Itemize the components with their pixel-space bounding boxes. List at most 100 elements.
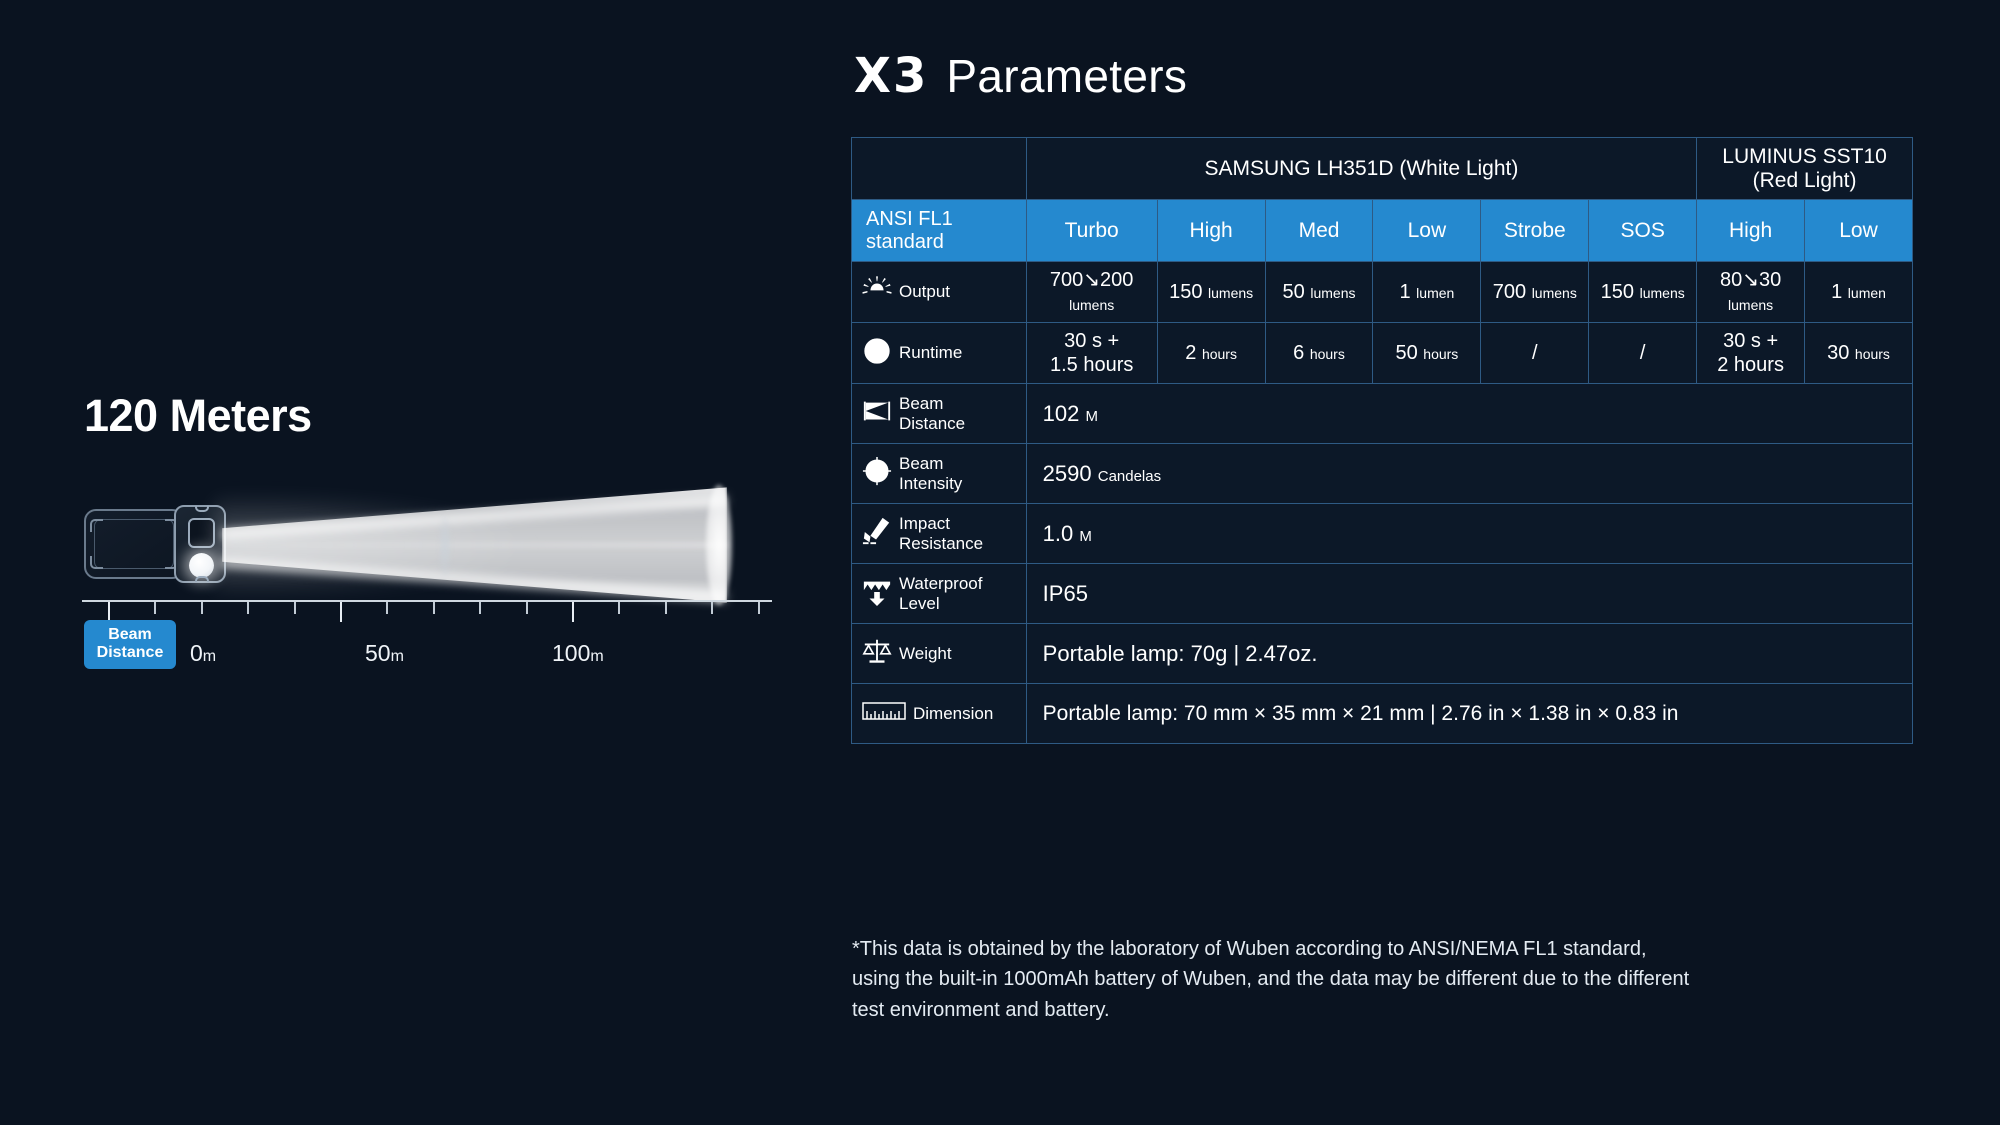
table-row: Beam Distance 102 M	[851, 383, 1914, 444]
cell-value-line: 30 s +	[1064, 330, 1120, 352]
row-label-line: Distance	[899, 413, 966, 433]
axis-tick-minor	[154, 602, 157, 614]
cell-unit: lumen	[1847, 285, 1886, 301]
cell-number: 30	[1827, 342, 1855, 364]
cell-unit: lumens	[1208, 285, 1254, 301]
row-label-line: Intensity	[899, 473, 963, 493]
row-label-weight: Weight	[851, 623, 1027, 684]
axis-tick-minor	[664, 602, 667, 614]
header-mode-low-3: Low	[1372, 199, 1482, 262]
axis-label-value: 50	[365, 640, 391, 666]
cell-number: 1	[1831, 281, 1848, 303]
label-inner: Waterproof Level	[862, 574, 1020, 613]
flashlight-body-inner	[94, 519, 174, 569]
table-row: Waterproof Level IP65	[851, 563, 1914, 624]
table-group-header-row: SAMSUNG LH351D (White Light) LUMINUS SST1…	[851, 137, 1913, 200]
cell-impact-resistance: 1.0 M	[1025, 503, 1914, 564]
distance-axis	[82, 600, 772, 622]
header-mode-low-7: Low	[1804, 199, 1913, 262]
scale-icon	[862, 636, 892, 671]
cell-value: 2590	[1042, 460, 1098, 486]
header-mode-high-1: High	[1156, 199, 1266, 262]
cell-unit: lumens	[1069, 297, 1115, 313]
axis-label-unit: m	[202, 648, 217, 665]
cell-value-line: 2 hours	[1717, 354, 1784, 376]
row-label-beam-intensity: Beam Intensity	[851, 443, 1027, 504]
axis-tick-minor	[525, 602, 528, 614]
beam-intensity-icon	[862, 456, 892, 491]
waterproof-icon	[862, 576, 892, 611]
row-label-line: Waterproof	[899, 574, 983, 594]
flashlight-notch-top	[195, 506, 209, 512]
cell-output-3: 1 lumen	[1372, 261, 1482, 323]
cell-number: 700↘200	[1049, 269, 1134, 291]
cell-value-line: /	[1532, 342, 1538, 364]
ansi-line1: ANSI FL1	[866, 208, 953, 231]
header-ansi-fl1-standard: ANSI FL1 standard	[851, 199, 1027, 262]
light-beam-illustration	[214, 469, 735, 621]
row-label-dimension: Dimension	[851, 683, 1027, 744]
axis-label-value: 0	[190, 640, 203, 666]
row-label-output: Output	[851, 261, 1027, 323]
footnote-text: *This data is obtained by the laboratory…	[852, 938, 1690, 1021]
cell-runtime-7: 30 hours	[1804, 322, 1913, 384]
cell-output-2: 50 lumens	[1264, 261, 1374, 323]
axis-tick-major	[108, 602, 110, 622]
cell-unit: hours	[1309, 346, 1345, 362]
cell-output-0: 700↘200 lumens	[1025, 261, 1158, 323]
axis-tick-minor	[247, 602, 250, 614]
cell-unit: hours	[1423, 346, 1459, 362]
cell-value-line: 80↘30 lumens	[1699, 268, 1802, 316]
cell-runtime-2: 6 hours	[1264, 322, 1374, 384]
cell-number: 6	[1293, 342, 1310, 364]
axis-tick-minor	[479, 602, 482, 614]
table-row: Weight Portable lamp: 70g | 2.47oz.	[851, 623, 1914, 684]
cell-value-line: 150 lumens	[1160, 280, 1263, 304]
label-inner: Runtime	[862, 336, 1020, 371]
row-label-line: Beam	[899, 394, 944, 414]
cell-value-line: 30 s +	[1723, 330, 1779, 352]
cell-number: 1	[1399, 281, 1417, 303]
row-label-line: Dimension	[913, 703, 994, 723]
row-label-beam-distance: Beam Distance	[851, 383, 1027, 444]
group-header-white-light: SAMSUNG LH351D (White Light)	[1025, 137, 1698, 200]
cell-value: Portable lamp: 70 mm × 35 mm × 21 mm | 2…	[1042, 701, 1679, 725]
cell-unit: lumen	[1416, 285, 1455, 301]
ruler-icon	[862, 700, 906, 727]
beam-end-cap	[706, 485, 732, 605]
axis-tick-major	[340, 602, 342, 622]
cell-value-line: 50 hours	[1375, 341, 1478, 365]
flashlight-corner-bl	[90, 556, 103, 569]
cell-value-line: 150 lumens	[1591, 280, 1694, 304]
label-inner: Beam Distance	[862, 394, 1020, 433]
row-label-line: Output	[899, 282, 951, 302]
table-row: Output 700↘200 lumens 150 lumens 50 lumens 1…	[851, 261, 1913, 323]
cell-value-line: 50 lumens	[1268, 280, 1371, 304]
cell-unit: lumens	[1310, 285, 1356, 301]
row-label-impact-resistance: Impact Resistance	[851, 503, 1027, 564]
beam-distance-panel: 120 Meters Beam Distance 0m 50m 100m	[0, 0, 850, 1125]
page-title-text: Parameters	[946, 50, 1188, 102]
cell-number: 150	[1169, 281, 1209, 303]
group-header-blank	[851, 137, 1027, 200]
cell-output-1: 150 lumens	[1156, 261, 1266, 323]
parameters-panel: X3 Parameters SAMSUNG LH351D (White Ligh…	[850, 0, 2000, 1125]
row-label-text: Beam Distance	[899, 394, 965, 432]
cell-number: 700	[1492, 281, 1532, 303]
flashlight-corner-tl	[90, 519, 103, 532]
cell-number: 50	[1282, 281, 1311, 303]
row-label-text: Weight	[899, 644, 952, 663]
row-label-text: Dimension	[913, 704, 993, 723]
cell-output-5: 150 lumens	[1588, 261, 1698, 323]
cell-value-line: 30 hours	[1807, 341, 1910, 365]
row-label-text: Runtime	[899, 343, 962, 362]
group-header-red-light: LUMINUS SST10 (Red Light)	[1696, 137, 1913, 200]
axis-tick-minor	[618, 602, 621, 614]
table-row: Beam Intensity 2590 Candelas	[851, 443, 1914, 504]
cell-number: 50	[1395, 342, 1424, 364]
label-inner: Output	[862, 275, 1020, 310]
row-label-waterproof-level: Waterproof Level	[851, 563, 1027, 624]
cell-runtime-3: 50 hours	[1372, 322, 1482, 384]
axis-tick-minor	[386, 602, 389, 614]
cell-value: IP65	[1042, 580, 1088, 606]
